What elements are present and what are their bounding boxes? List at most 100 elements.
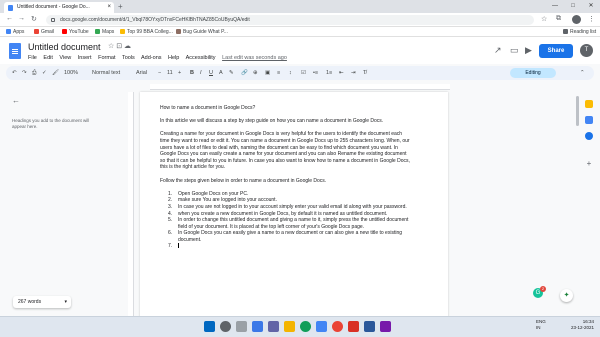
clock[interactable]: 16:34 23-12-2021 [571,319,594,331]
comment-icon[interactable]: ▭ [510,45,519,56]
menu-file[interactable]: File [28,55,37,61]
list-item[interactable]: 6. In Google Docs you can easily give a n… [168,230,410,243]
vertical-ruler[interactable] [128,92,134,317]
text-color-button[interactable]: A [219,66,223,80]
maximize-button[interactable]: □ [564,0,582,13]
menu-help[interactable]: Help [168,55,179,61]
document-body[interactable]: How to name a document in Google Docs? I… [160,105,410,250]
font-size-increase-icon[interactable]: + [178,66,181,80]
menu-insert[interactable]: Insert [78,55,92,61]
app-icon[interactable] [380,321,391,332]
edge-icon[interactable] [300,321,311,332]
link-icon[interactable]: 🔗 [241,66,248,80]
outline-back-icon[interactable]: ← [12,96,20,105]
star-icon[interactable]: ☆ [541,15,547,23]
menu-format[interactable]: Format [98,55,115,61]
office-icon[interactable] [348,321,359,332]
task-view-icon[interactable] [236,321,247,332]
explore-button[interactable]: ✦ [560,289,573,302]
style-select[interactable]: Normal text [92,66,120,80]
meet-icon[interactable]: ▶ [525,45,532,56]
increase-indent-icon[interactable]: ⇥ [351,66,356,80]
activity-icon[interactable]: ↗ [494,45,502,56]
keep-icon[interactable] [585,100,593,108]
underline-button[interactable]: U [209,66,213,80]
undo-icon[interactable]: ↶ [12,66,17,80]
spellcheck-icon[interactable]: ✓ [42,66,47,80]
document-page[interactable]: How to name a document in Google Docs? I… [140,92,448,324]
menu-tools[interactable]: Tools [122,55,135,61]
tasks-icon[interactable] [585,116,593,124]
comment-add-icon[interactable]: ⊕ [253,66,258,80]
browser-menu-icon[interactable]: ⋮ [588,15,595,23]
font-size-input[interactable]: 11 [167,66,173,80]
menu-addons[interactable]: Add-ons [141,55,162,61]
bookmark-maps[interactable]: Maps [95,27,114,37]
profile-icon[interactable] [572,15,581,24]
decrease-indent-icon[interactable]: ⇤ [339,66,344,80]
chat-icon[interactable] [268,321,279,332]
bookmark-bba[interactable]: Top 99 BBA Colleg... [120,27,173,37]
chrome-icon[interactable] [332,321,343,332]
system-tray[interactable]: ENG IN [536,319,546,331]
list-item[interactable]: 2. make sure You are logged into your acc… [168,197,410,204]
extensions-icon[interactable]: ⧉ [556,15,561,23]
reading-list[interactable]: Reading list [563,27,596,37]
file-explorer-icon[interactable] [284,321,295,332]
paint-format-icon[interactable]: 🖌 [52,66,59,80]
add-addon-icon[interactable]: + [585,160,593,168]
bookmark-gmail[interactable]: Gmail [34,27,54,37]
image-icon[interactable]: ▣ [265,66,270,80]
font-select[interactable]: Arial [136,66,147,80]
horizontal-ruler[interactable] [150,84,450,90]
avatar[interactable]: T [580,44,593,57]
scrollbar[interactable] [576,96,579,126]
editing-mode-button[interactable]: Editing [510,68,556,78]
italic-button[interactable]: I [200,66,202,80]
align-icon[interactable]: ≡ [277,66,280,80]
tab-close-icon[interactable]: × [107,2,111,13]
bookmark-apps[interactable]: Apps [6,27,24,37]
forward-icon[interactable]: → [18,15,25,22]
list-item[interactable]: 3. In case you are not logged in to your … [168,204,410,211]
menu-accessibility[interactable]: Accessibility [186,55,216,61]
close-window-button[interactable]: ✕ [582,0,600,13]
document-title-field[interactable]: Untitled document [28,42,101,52]
line-spacing-icon[interactable]: ↕ [289,66,292,80]
highlight-icon[interactable]: ✎ [229,66,234,80]
title-icons[interactable]: ☆ ⊡ ☁ [108,42,131,50]
minimize-button[interactable]: — [546,0,564,13]
bookmark-youtube[interactable]: YouTube [62,27,89,37]
document-paragraph[interactable]: Creating a name for your document in Goo… [160,131,410,171]
google-docs-logo-icon[interactable] [9,43,21,59]
zoom-select[interactable]: 100% [64,66,78,80]
word-count-widget[interactable]: 267 words ▾ [13,296,71,308]
url-input[interactable]: docs.google.com/document/d/1_VbqI78OYxyD… [46,15,534,25]
list-item[interactable]: 7. [168,243,410,250]
menu-edit[interactable]: Edit [43,55,52,61]
store-icon[interactable] [316,321,327,332]
bold-button[interactable]: B [190,66,194,80]
word-icon[interactable] [364,321,375,332]
document-heading[interactable]: How to name a document in Google Docs? [160,105,410,112]
list-item[interactable]: 1. Open Google Docs on your PC. [168,191,410,198]
list-item[interactable]: 5. In order to change this untitled docum… [168,217,410,230]
browser-tab[interactable]: Untitled document - Google Do... × [4,2,114,13]
start-icon[interactable] [204,321,215,332]
checklist-icon[interactable]: ☑ [301,66,306,80]
search-icon[interactable] [220,321,231,332]
document-follow-text[interactable]: Follow the steps given below in order to… [160,178,410,185]
hide-menus-icon[interactable]: ⌃ [580,66,585,80]
chevron-down-icon[interactable]: ▾ [64,296,67,308]
list-item[interactable]: 4. when you create a new document in Goog… [168,211,410,218]
font-size-decrease-icon[interactable]: − [158,66,161,80]
menu-view[interactable]: View [59,55,71,61]
widgets-icon[interactable] [252,321,263,332]
last-edit-link[interactable]: Last edit was seconds ago [222,55,287,61]
back-icon[interactable]: ← [6,15,13,22]
clear-formatting-icon[interactable]: T̸ [363,66,366,80]
bookmark-bug-guide[interactable]: Bug Guide What P... [176,27,228,37]
share-button[interactable]: Share [539,44,573,58]
reload-icon[interactable]: ↻ [31,15,37,23]
contacts-icon[interactable] [585,132,593,140]
